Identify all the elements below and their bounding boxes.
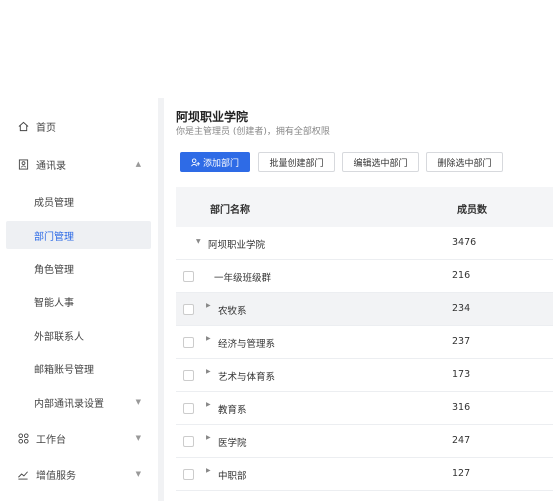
- row-checkbox[interactable]: [183, 403, 194, 414]
- row-checkbox[interactable]: [183, 370, 194, 381]
- member-count: 247: [452, 435, 471, 446]
- row-checkbox[interactable]: [183, 337, 194, 348]
- row-checkbox[interactable]: [183, 304, 194, 315]
- member-count: 127: [452, 468, 471, 479]
- sidebar-item-label: 增值服务: [36, 470, 76, 482]
- member-count: 234: [452, 303, 471, 314]
- sidebar-item-workbench[interactable]: 工作台 ▼: [0, 424, 151, 452]
- sidebar-item-departments[interactable]: 部门管理: [6, 221, 151, 249]
- batch-create-button[interactable]: 批量创建部门: [258, 152, 335, 172]
- delete-selected-button[interactable]: 删除选中部门: [426, 152, 503, 172]
- sidebar: 首页 通讯录 ▲ 成员管理 部门管理 角色管理 智能人事 外部联系人 邮箱账号管…: [0, 98, 158, 501]
- edit-selected-button[interactable]: 编辑选中部门: [342, 152, 419, 172]
- workbench-icon: [17, 432, 29, 444]
- chart-icon: [17, 468, 29, 480]
- sidebar-item-label: 工作台: [36, 434, 66, 446]
- caret-right-icon[interactable]: ▶: [206, 401, 211, 408]
- chevron-up-icon: ▲: [135, 160, 141, 168]
- row-checkbox[interactable]: [183, 469, 194, 480]
- caret-right-icon[interactable]: ▶: [206, 335, 211, 342]
- sidebar-item-label: 邮箱账号管理: [34, 364, 94, 376]
- sidebar-item-label: 智能人事: [34, 297, 74, 309]
- table-header: 部门名称 成员数: [176, 187, 553, 227]
- sidebar-item-home[interactable]: 首页: [0, 112, 151, 140]
- member-count: 173: [452, 369, 471, 380]
- department-name: 艺术与体育系: [218, 372, 276, 383]
- member-count: 237: [452, 336, 471, 347]
- sidebar-item-value-added[interactable]: 增值服务 ▼: [0, 460, 151, 488]
- table-row[interactable]: ▼ 阿坝职业学院 3476: [176, 227, 553, 260]
- add-department-label: 添加部门: [202, 158, 239, 169]
- home-icon: [17, 120, 29, 132]
- column-header-count: 成员数: [457, 205, 487, 216]
- sidebar-item-roles[interactable]: 角色管理: [0, 254, 151, 282]
- table-row[interactable]: ▶ 农牧系 234: [176, 293, 553, 326]
- department-name: 医学院: [218, 438, 247, 449]
- page-subtitle: 你是主管理员 (创建者)，拥有全部权限: [176, 127, 330, 137]
- column-header-name: 部门名称: [210, 205, 250, 216]
- row-checkbox[interactable]: [183, 436, 194, 447]
- table-row[interactable]: ▶ 中职部 127: [176, 458, 553, 491]
- sidebar-item-label: 内部通讯录设置: [34, 398, 104, 410]
- department-name: 阿坝职业学院: [208, 240, 266, 251]
- chevron-down-icon: ▼: [135, 398, 141, 406]
- row-checkbox[interactable]: [183, 271, 194, 282]
- contacts-icon: [17, 158, 29, 170]
- department-name: 教育系: [218, 405, 247, 416]
- department-name: 经济与管理系: [218, 339, 276, 350]
- chevron-down-icon: ▼: [135, 434, 141, 442]
- table-row[interactable]: 一年级班级群 216: [176, 260, 553, 293]
- sidebar-item-external-contacts[interactable]: 外部联系人: [0, 321, 151, 349]
- sidebar-item-members[interactable]: 成员管理: [0, 187, 151, 215]
- caret-right-icon[interactable]: ▶: [206, 467, 211, 474]
- caret-right-icon[interactable]: ▶: [206, 434, 211, 441]
- department-name: 中职部: [218, 471, 247, 482]
- sidebar-item-directory-settings[interactable]: 内部通讯录设置 ▼: [0, 388, 151, 416]
- sidebar-item-smart-hr[interactable]: 智能人事: [0, 287, 151, 315]
- caret-right-icon[interactable]: ▶: [206, 368, 211, 375]
- sidebar-item-label: 外部联系人: [34, 331, 84, 343]
- caret-right-icon[interactable]: ▶: [206, 302, 211, 309]
- member-count: 216: [452, 270, 471, 281]
- table-row[interactable]: ▶ 教育系 316: [176, 392, 553, 425]
- sidebar-item-mail-accounts[interactable]: 邮箱账号管理: [0, 354, 151, 382]
- add-department-icon: [191, 157, 200, 167]
- add-department-button[interactable]: 添加部门: [180, 152, 250, 172]
- member-count: 316: [452, 402, 471, 413]
- page-title: 阿坝职业学院: [176, 110, 249, 124]
- sidebar-item-label: 角色管理: [34, 264, 74, 276]
- sidebar-item-label: 部门管理: [34, 231, 74, 243]
- sidebar-item-contacts[interactable]: 通讯录 ▲: [0, 150, 151, 178]
- sidebar-divider: [158, 98, 164, 501]
- chevron-down-icon: ▼: [135, 470, 141, 478]
- sidebar-item-label: 首页: [36, 122, 56, 134]
- caret-down-icon[interactable]: ▼: [196, 238, 201, 245]
- table-row[interactable]: ▶ 经济与管理系 237: [176, 326, 553, 359]
- sidebar-item-label: 通讯录: [36, 160, 66, 172]
- member-count: 3476: [452, 237, 477, 248]
- sidebar-item-label: 成员管理: [34, 197, 74, 209]
- department-name: 农牧系: [218, 306, 247, 317]
- table-row[interactable]: ▶ 医学院 247: [176, 425, 553, 458]
- department-name: 一年级班级群: [214, 273, 272, 284]
- table-row[interactable]: ▶ 艺术与体育系 173: [176, 359, 553, 392]
